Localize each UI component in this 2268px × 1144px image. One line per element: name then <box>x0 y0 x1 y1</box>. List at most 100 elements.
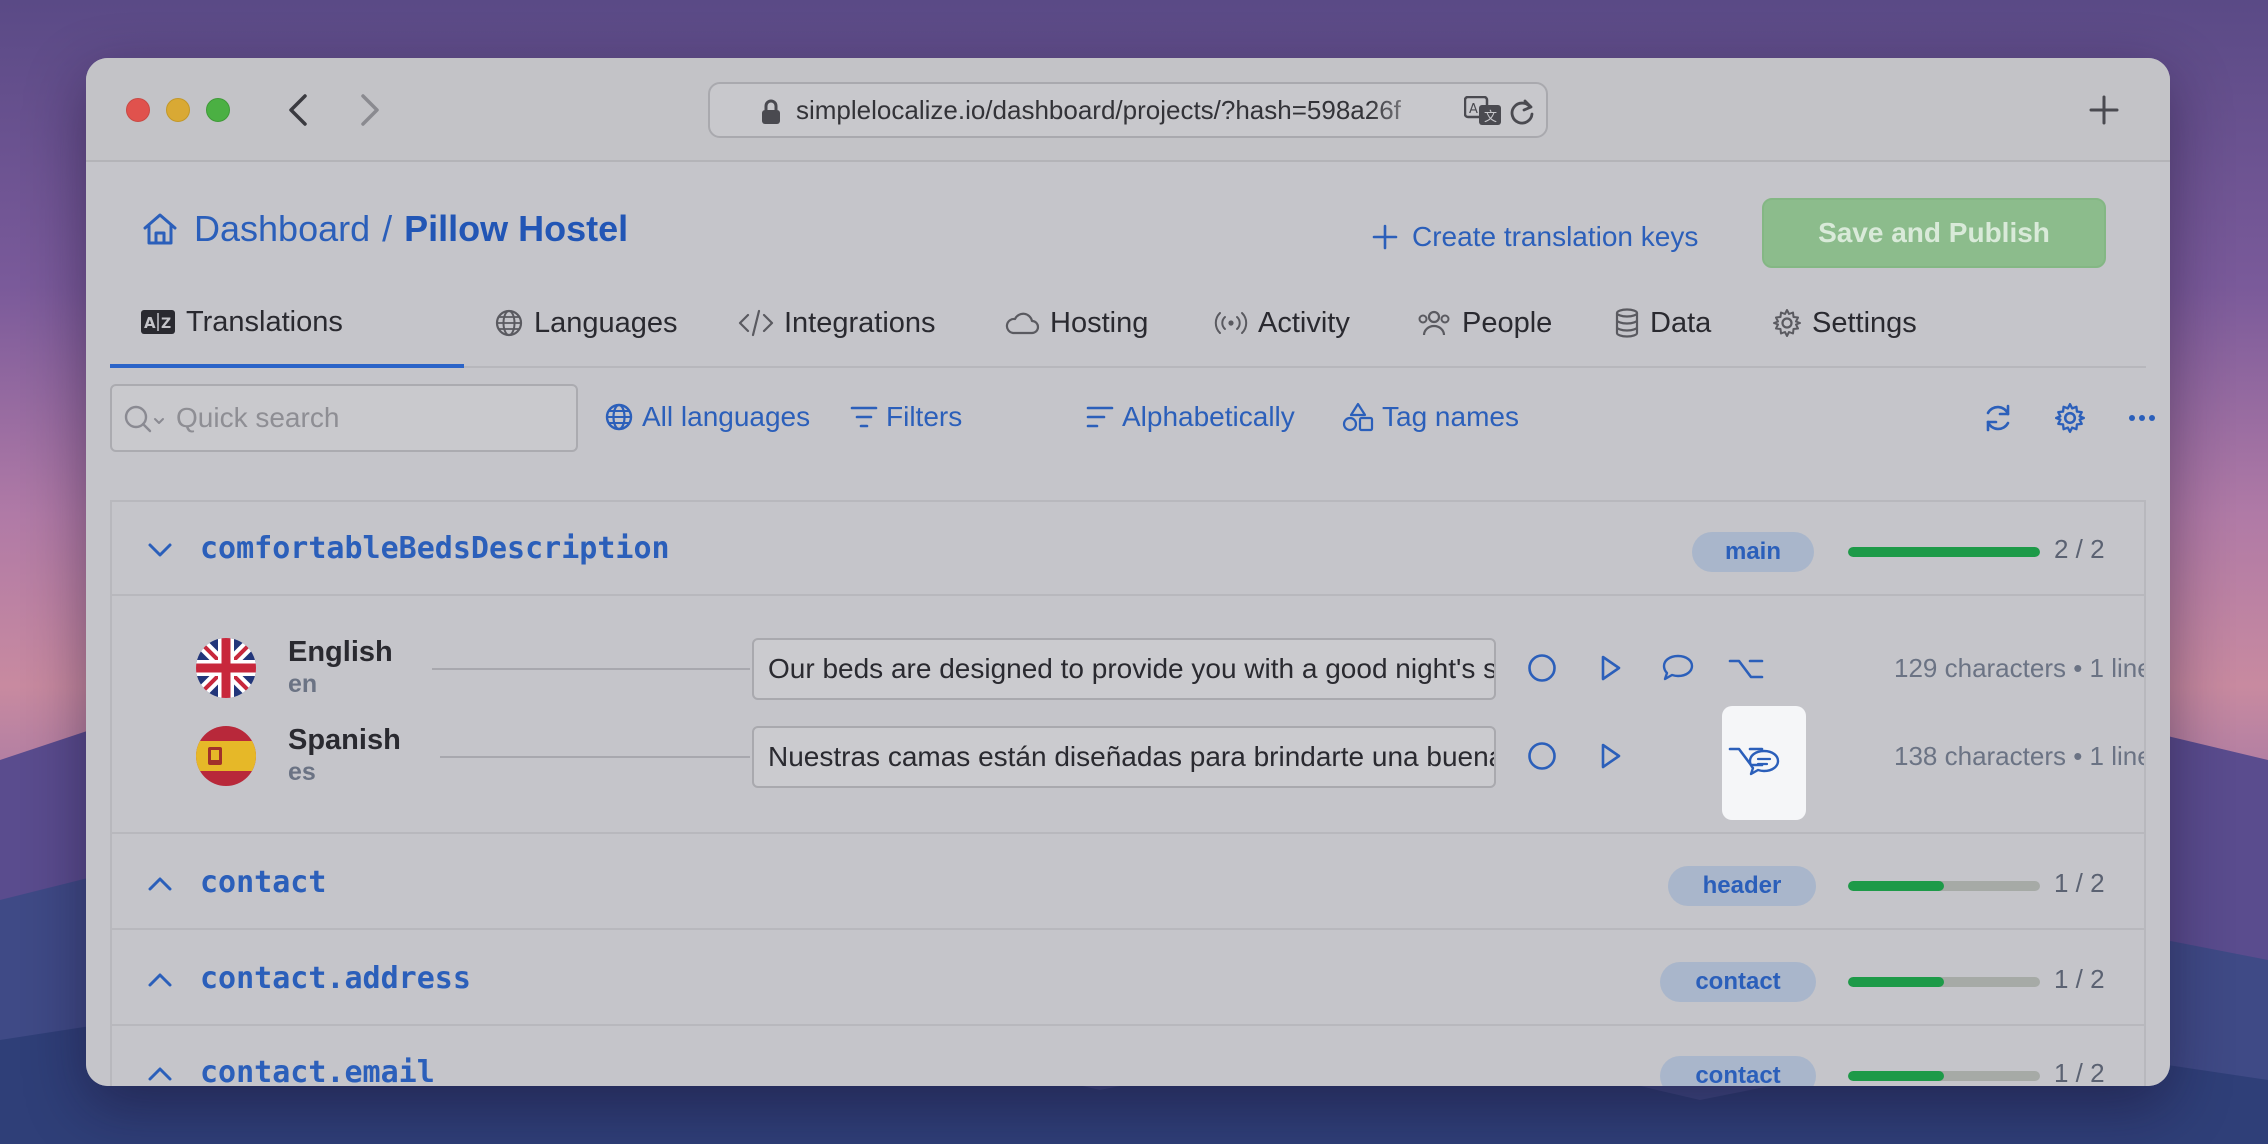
tag-badge[interactable]: header <box>1668 866 1816 906</box>
translate-page-icon[interactable]: A 文 <box>1464 96 1502 126</box>
tab-translations[interactable]: A Z Translations <box>110 280 464 368</box>
svg-text:A: A <box>144 314 156 332</box>
chevron-down-icon[interactable] <box>142 532 178 568</box>
comment-icon[interactable] <box>1658 648 1698 688</box>
broadcast-icon <box>1214 312 1248 334</box>
translations-toolbar: All languages Filters Alphabetically <box>110 382 2155 454</box>
key-name[interactable]: contact.address <box>200 932 471 1026</box>
url-text[interactable]: simplelocalize.io/dashboard/projects/?ha… <box>796 84 1446 136</box>
gear-icon[interactable] <box>2050 398 2090 438</box>
project-tabs: A Z Translations Languages Integrations … <box>110 280 2146 368</box>
alternative-icon[interactable] <box>1726 648 1766 688</box>
address-bar[interactable]: simplelocalize.io/dashboard/projects/?ha… <box>708 82 1548 138</box>
character-count: 129 characters • 1 line <box>1894 653 2146 683</box>
browser-window: simplelocalize.io/dashboard/projects/?ha… <box>86 58 2170 1086</box>
alternative-icon[interactable] <box>1726 736 1766 776</box>
home-icon[interactable] <box>140 209 180 249</box>
translation-count: 2 / 2 <box>2054 534 2105 564</box>
tab-translations-label: Translations <box>186 305 343 338</box>
tab-settings-label: Settings <box>1812 306 1917 339</box>
svg-text:Z: Z <box>161 316 171 332</box>
play-icon[interactable] <box>1590 648 1630 688</box>
sort-button[interactable]: Alphabetically <box>1086 392 1295 442</box>
spain-flag-icon <box>196 726 256 786</box>
translation-keys-list: comfortableBedsDescription main 2 / 2 En… <box>110 500 2146 1086</box>
tab-data[interactable]: Data <box>1614 280 1711 366</box>
search-icon <box>124 405 164 433</box>
refresh-icon[interactable] <box>1978 398 2018 438</box>
status-circle-icon[interactable] <box>1522 736 1562 776</box>
translation-count: 1 / 2 <box>2054 868 2105 898</box>
breadcrumb-separator: / <box>382 208 393 249</box>
filters-button[interactable]: Filters <box>850 392 962 442</box>
tag-names-label: Tag names <box>1382 401 1519 432</box>
chevron-up-icon[interactable] <box>142 1056 178 1086</box>
sort-icon <box>1086 406 1114 428</box>
status-circle-icon[interactable] <box>1522 648 1562 688</box>
play-icon[interactable] <box>1590 736 1630 776</box>
key-name[interactable]: contact <box>200 836 326 930</box>
tag-badge[interactable]: contact <box>1660 1056 1816 1086</box>
divider <box>440 756 750 758</box>
progress-bar <box>1848 1071 2040 1081</box>
breadcrumb: Dashboard / Pillow Hostel <box>140 204 628 254</box>
uk-flag-icon <box>196 638 256 698</box>
tab-integrations[interactable]: Integrations <box>738 280 936 366</box>
more-options-icon[interactable] <box>2122 398 2162 438</box>
character-count: 138 characters • 1 line <box>1894 741 2146 771</box>
database-icon <box>1615 308 1639 338</box>
quick-search[interactable] <box>110 384 578 452</box>
language-name: English <box>288 636 393 668</box>
language-code: en <box>288 670 318 698</box>
gear-icon <box>1773 309 1801 337</box>
all-languages-button[interactable]: All languages <box>604 392 810 442</box>
tab-settings[interactable]: Settings <box>1772 280 1917 366</box>
back-arrow-icon[interactable] <box>276 88 320 132</box>
tab-hosting-label: Hosting <box>1050 306 1149 339</box>
translation-row-spanish: Spanish es Nuestras camas están diseñada… <box>112 706 2146 820</box>
filter-icon <box>850 406 878 428</box>
translation-row-english: English en Our beds are designed to prov… <box>112 628 2144 708</box>
key-row[interactable]: contact.address contact 1 / 2 <box>112 932 2144 1026</box>
search-input[interactable] <box>176 394 566 442</box>
tab-activity-label: Activity <box>1258 306 1350 339</box>
all-languages-label: All languages <box>642 401 811 432</box>
breadcrumb-dashboard-link[interactable]: Dashboard <box>194 208 370 250</box>
cloud-icon <box>1005 312 1040 335</box>
tab-people[interactable]: People <box>1416 280 1552 366</box>
divider <box>432 668 750 670</box>
translation-input-spanish[interactable]: Nuestras camas están diseñadas para brin… <box>752 726 1496 788</box>
reload-icon[interactable] <box>1508 97 1536 127</box>
key-row[interactable]: contact.email contact 1 / 2 <box>112 1026 2144 1086</box>
translation-input-english[interactable]: Our beds are designed to provide you wit… <box>752 638 1496 700</box>
maximize-window-button[interactable] <box>206 98 230 122</box>
globe-icon <box>605 403 633 431</box>
browser-titlebar: simplelocalize.io/dashboard/projects/?ha… <box>86 58 2170 162</box>
tab-data-label: Data <box>1650 306 1712 339</box>
new-tab-icon[interactable] <box>2082 88 2126 132</box>
forward-arrow-icon[interactable] <box>348 88 392 132</box>
close-window-button[interactable] <box>126 98 150 122</box>
sort-label: Alphabetically <box>1122 401 1295 432</box>
tab-hosting[interactable]: Hosting <box>1004 280 1148 366</box>
tab-activity[interactable]: Activity <box>1214 280 1350 366</box>
filters-label: Filters <box>886 401 963 432</box>
tag-names-button[interactable]: Tag names <box>1342 392 1519 442</box>
tab-languages[interactable]: Languages <box>494 280 678 366</box>
create-translation-keys-label: Create translation keys <box>1412 221 1699 252</box>
breadcrumb-project-name[interactable]: Pillow Hostel <box>404 208 628 250</box>
save-and-publish-button[interactable]: Save and Publish <box>1762 198 2106 268</box>
tag-badge[interactable]: main <box>1692 532 1814 572</box>
key-row[interactable]: comfortableBedsDescription main 2 / 2 <box>112 502 2144 596</box>
chevron-up-icon[interactable] <box>142 866 178 902</box>
minimize-window-button[interactable] <box>166 98 190 122</box>
translations-panel: English en Our beds are designed to prov… <box>112 596 2144 834</box>
create-translation-keys-button[interactable]: Create translation keys <box>1372 212 1698 262</box>
key-name[interactable]: comfortableBedsDescription <box>200 502 670 596</box>
translation-count: 1 / 2 <box>2054 1058 2105 1086</box>
chevron-up-icon[interactable] <box>142 962 178 998</box>
shapes-icon <box>1342 402 1374 432</box>
key-name[interactable]: contact.email <box>200 1026 435 1086</box>
key-row[interactable]: contact header 1 / 2 <box>112 836 2144 930</box>
tag-badge[interactable]: contact <box>1660 962 1816 1002</box>
